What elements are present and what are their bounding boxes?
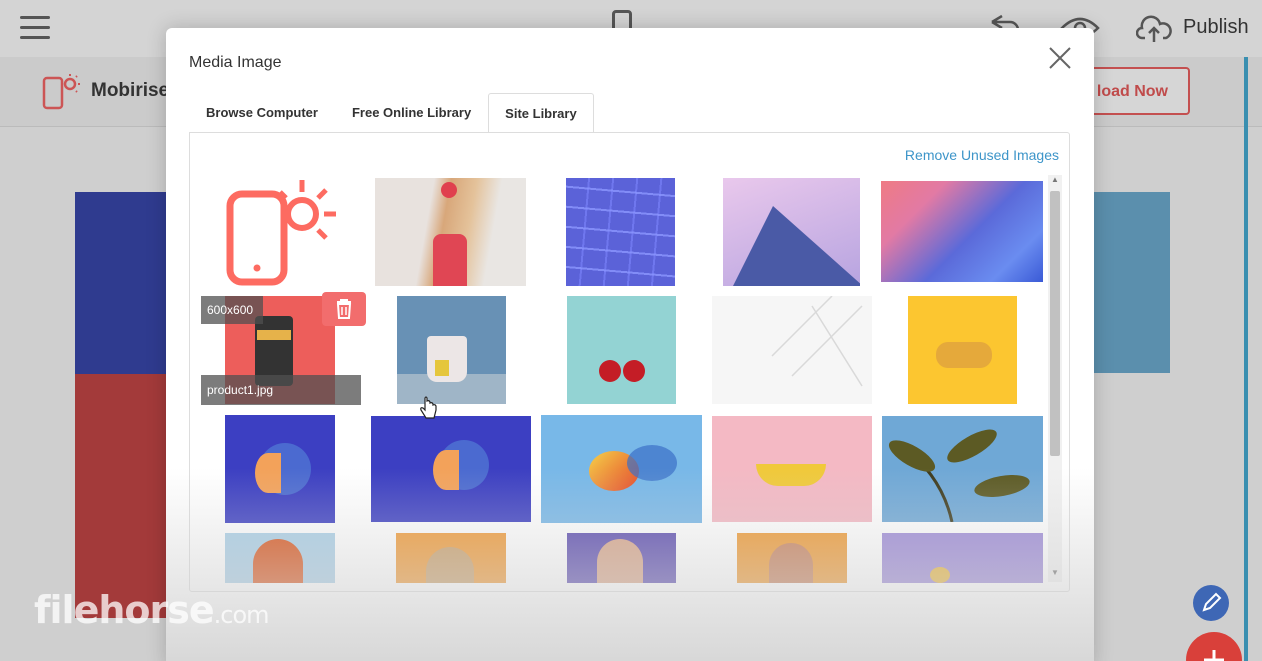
plus-icon xyxy=(1204,650,1224,661)
close-icon[interactable] xyxy=(1046,44,1074,72)
library-image-blue-wave[interactable] xyxy=(881,181,1043,282)
delete-image-button[interactable] xyxy=(322,292,366,326)
pointer-cursor-icon xyxy=(420,396,437,419)
background-card xyxy=(75,374,175,618)
library-image-yellow-phone[interactable] xyxy=(908,296,1017,404)
background-card xyxy=(75,192,175,374)
media-image-dialog: Media Image Browse Computer Free Online … xyxy=(166,28,1094,661)
library-image-logo[interactable] xyxy=(224,176,336,288)
library-image-cherries[interactable] xyxy=(567,296,676,404)
library-image-melon-1[interactable] xyxy=(225,415,335,523)
library-image-purple-fruit[interactable] xyxy=(882,533,1043,583)
scroll-up-arrow[interactable]: ▲ xyxy=(1048,175,1062,189)
library-image-mango[interactable] xyxy=(541,415,702,523)
library-image-building[interactable] xyxy=(723,178,860,286)
trash-icon xyxy=(336,299,352,319)
add-block-fab[interactable] xyxy=(1186,632,1242,661)
scroll-thumb[interactable] xyxy=(1050,191,1060,456)
edit-fab[interactable] xyxy=(1193,585,1229,621)
background-card xyxy=(1092,192,1170,373)
image-filename-label: product1.jpg xyxy=(201,375,361,405)
library-image-woman-lollipop[interactable] xyxy=(375,178,526,286)
brand-name: Mobirise xyxy=(91,80,170,101)
tab-browse-computer[interactable]: Browse Computer xyxy=(189,92,335,132)
library-image-white-lines[interactable] xyxy=(712,296,872,404)
library-image-woman-purple[interactable] xyxy=(567,533,676,583)
watermark-text: filehorse xyxy=(34,588,215,632)
dialog-title: Media Image xyxy=(189,54,282,71)
library-scrollbar[interactable]: ▲ ▼ xyxy=(1048,175,1062,582)
image-size-label: 600x600 xyxy=(201,296,263,324)
library-image-man-beanie[interactable] xyxy=(225,533,335,583)
tab-site-library[interactable]: Site Library xyxy=(488,93,594,133)
library-image-leaves[interactable] xyxy=(882,416,1043,522)
library-image-banana[interactable] xyxy=(712,416,872,522)
publish-button[interactable]: Publish xyxy=(1183,16,1249,39)
cloud-upload-icon[interactable] xyxy=(1136,14,1172,44)
library-image-woman-headphones[interactable] xyxy=(737,533,847,583)
pencil-icon xyxy=(1202,592,1222,612)
scroll-down-arrow[interactable]: ▼ xyxy=(1048,568,1062,582)
watermark: filehorse.com xyxy=(34,588,270,632)
library-image-blue-pool[interactable] xyxy=(566,178,675,286)
tab-bar: Browse Computer Free Online Library Site… xyxy=(189,92,594,133)
library-image-girl-orange[interactable] xyxy=(396,533,506,583)
hamburger-icon[interactable] xyxy=(20,16,50,40)
library-image-mug[interactable] xyxy=(397,296,506,404)
remove-unused-images-link[interactable]: Remove Unused Images xyxy=(905,147,1059,163)
tab-free-online-library[interactable]: Free Online Library xyxy=(335,92,488,132)
scroll-edge xyxy=(1244,57,1248,661)
library-image-melon-2[interactable] xyxy=(371,416,531,522)
brand-logo-icon xyxy=(42,74,80,110)
watermark-suffix: .com xyxy=(213,601,270,629)
